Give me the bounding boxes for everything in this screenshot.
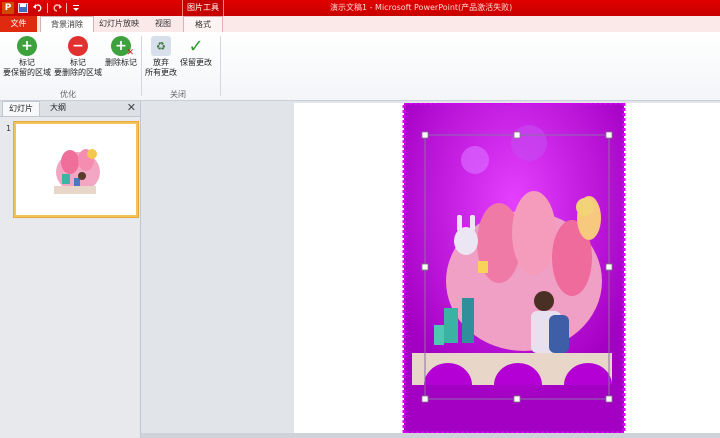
discard-label-1: 放弃 [153,58,169,67]
tab-format[interactable]: 格式 [183,16,223,33]
close-icon[interactable]: ✕ [127,102,136,114]
ribbon: + 标记 要保留的区域 − 标记 要删除的区域 + ✕ 删除标记 优化 ♻ 放弃 … [0,32,720,101]
discard-changes-button[interactable]: ♻ 放弃 所有更改 [143,36,179,78]
slides-panel: 幻灯片 大纲 ✕ 1 [0,101,141,438]
tab-slideshow[interactable]: 幻灯片放映 [94,16,144,32]
thumbnail-image [16,124,136,215]
mark-keep-label-2: 要保留的区域 [3,68,51,77]
undo-icon[interactable] [32,2,44,14]
minus-icon: − [68,36,88,56]
toolbar-separator [47,3,48,13]
slide-number: 1 [6,124,12,133]
tab-outline[interactable]: 大纲 [44,101,72,115]
keep-changes-button[interactable]: ✓ 保留更改 [178,36,214,68]
discard-label-2: 所有更改 [145,68,177,77]
keep-changes-label: 保留更改 [180,58,212,67]
customize-icon[interactable] [70,2,82,14]
window-title: 演示文稿1 - Microsoft PowerPoint(产品激活失败) [330,3,513,12]
mark-keep-label-1: 标记 [19,58,35,67]
plus-icon: + [17,36,37,56]
panel-tabs: 幻灯片 大纲 ✕ [0,101,140,117]
group-separator [220,36,221,96]
slide-canvas[interactable] [294,101,720,435]
group-label-close: 关闭 [170,90,186,99]
mark-remove-button[interactable]: − 标记 要删除的区域 [53,36,103,78]
tab-view[interactable]: 视图 [146,16,180,32]
tab-file[interactable]: 文件 [0,16,37,32]
discard-icon: ♻ [151,36,171,56]
horizontal-scrollbar[interactable] [141,433,720,438]
checkmark-icon: ✓ [188,35,204,57]
mark-keep-button[interactable]: + 标记 要保留的区域 [2,36,52,78]
picture-with-removal-overlay[interactable] [294,101,720,435]
title-bar: P 图片工具 演示文稿1 - Microsoft PowerPoint(产品激活… [0,0,720,16]
delete-mark-button[interactable]: + ✕ 删除标记 [103,36,139,68]
group-label-optimize: 优化 [60,90,76,99]
tab-slides[interactable]: 幻灯片 [2,101,40,116]
picture-tools-header: 图片工具 [182,0,224,16]
mark-remove-label-2: 要删除的区域 [54,68,102,77]
tab-background-removal[interactable]: 背景消除 [40,16,94,33]
ribbon-tabs: 文件 背景消除 幻灯片放映 视图 格式 [0,16,720,33]
mark-remove-label-1: 标记 [70,58,86,67]
redo-icon[interactable] [51,2,63,14]
toolbar-separator [66,3,67,13]
save-icon[interactable] [17,2,29,14]
group-separator [141,36,142,96]
powerpoint-icon[interactable]: P [2,2,14,14]
delete-mark-label: 删除标记 [105,58,137,67]
delete-mark-icon: + ✕ [111,36,134,58]
quick-access-toolbar: P [0,0,82,16]
slide-thumbnail[interactable] [14,122,138,217]
